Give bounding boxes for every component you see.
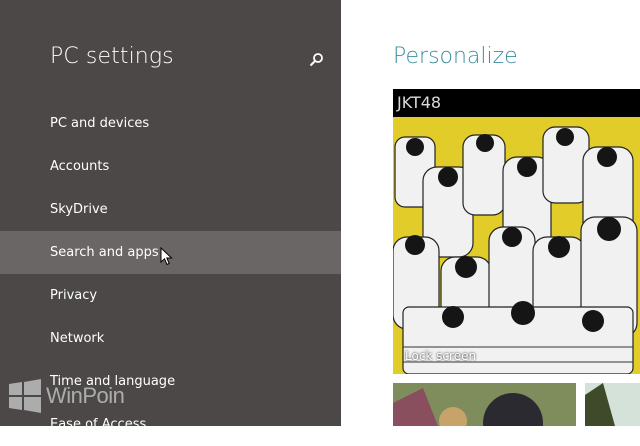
- search-button[interactable]: [305, 50, 327, 70]
- lock-screen-image: [393, 117, 640, 374]
- lock-screen-tile[interactable]: JKT48 Lock screen: [393, 89, 640, 374]
- nav-item-label: Search and apps: [50, 245, 159, 260]
- nav-item-label: PC and devices: [50, 116, 150, 131]
- search-icon: [309, 53, 323, 67]
- nav-item-network[interactable]: Network: [0, 317, 341, 360]
- nav-item-label: SkyDrive: [50, 202, 108, 217]
- personalize-pane: Personalize JKT48 Lock screen: [341, 0, 640, 426]
- nav-item-privacy[interactable]: Privacy: [0, 274, 341, 317]
- winpoin-watermark: WinPoin: [8, 377, 138, 417]
- nav-item-pc-and-devices[interactable]: PC and devices: [0, 102, 341, 145]
- account-picture-image: [393, 383, 576, 426]
- nav-item-label: Accounts: [50, 159, 110, 174]
- lock-screen-header: JKT48: [397, 93, 442, 112]
- windows-logo-icon: [9, 379, 41, 413]
- nav-item-accounts[interactable]: Accounts: [0, 145, 341, 188]
- nav-item-label: Network: [50, 331, 105, 346]
- watermark-text: WinPoin: [46, 383, 125, 408]
- mouse-cursor-icon: [160, 247, 173, 266]
- nav-item-skydrive[interactable]: SkyDrive: [0, 188, 341, 231]
- lock-screen-caption: Lock screen: [405, 349, 477, 363]
- section-title: Personalize: [393, 44, 518, 69]
- account-picture-tile[interactable]: [393, 383, 576, 426]
- page-title: PC settings: [50, 44, 174, 69]
- picture-password-tile[interactable]: [585, 383, 640, 426]
- picture-password-image: [585, 383, 640, 426]
- nav-item-label: Ease of Access: [50, 417, 147, 432]
- nav-item-label: Privacy: [50, 288, 98, 303]
- settings-pane: PC settings PC and devices Accounts SkyD…: [0, 0, 341, 432]
